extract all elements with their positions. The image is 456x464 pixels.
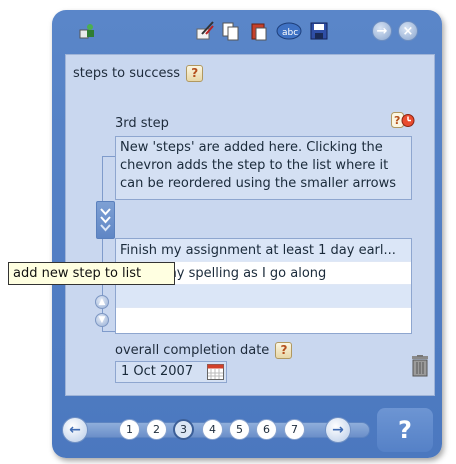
- step-label: 3rd step: [115, 116, 169, 131]
- panel-title-row: steps to success ?: [73, 65, 204, 82]
- steps-list: Finish my assignment at least 1 day earl…: [115, 238, 412, 334]
- calendar-icon[interactable]: [207, 364, 224, 380]
- page-button-2[interactable]: 2: [146, 419, 167, 440]
- help-icon[interactable]: ?: [186, 65, 204, 82]
- help-button[interactable]: ?: [377, 408, 433, 452]
- svg-text:abc: abc: [282, 28, 298, 38]
- save-icon[interactable]: [308, 20, 330, 42]
- close-icon[interactable]: ×: [398, 21, 418, 41]
- list-item[interactable]: Finish my assignment at least 1 day earl…: [116, 239, 411, 262]
- pager: ← 1 2 3 4 5 6 7 → ?: [52, 402, 442, 458]
- clock-help-icon[interactable]: ?: [391, 112, 415, 129]
- steps-panel: steps to success ? 3rd step ? New 'steps…: [65, 54, 435, 396]
- trash-icon[interactable]: [411, 355, 429, 377]
- page-button-1[interactable]: 1: [119, 419, 140, 440]
- completion-label: overall completion date: [115, 343, 270, 358]
- arrow-up-icon[interactable]: ▲: [95, 295, 109, 309]
- add-step-button[interactable]: [96, 201, 115, 239]
- copy-icon[interactable]: [220, 20, 242, 42]
- next-icon[interactable]: →: [325, 417, 351, 443]
- spellcheck-icon[interactable]: abc: [276, 20, 302, 42]
- people-icon[interactable]: [76, 20, 98, 42]
- page-button-7[interactable]: 7: [284, 419, 305, 440]
- paste-icon[interactable]: [248, 20, 270, 42]
- page-button-4[interactable]: 4: [202, 419, 223, 440]
- panel-title: steps to success: [73, 66, 181, 81]
- steps-widget: abc → × steps to success ? 3rd step ? Ne…: [52, 10, 442, 458]
- svg-text:?: ?: [394, 114, 400, 127]
- arrow-down-icon[interactable]: ▼: [95, 313, 109, 327]
- step-description[interactable]: New 'steps' are added here. Clicking the…: [115, 136, 412, 200]
- page-button-6[interactable]: 6: [256, 419, 277, 440]
- cut-icon[interactable]: [194, 20, 216, 42]
- list-item[interactable]: [116, 308, 411, 331]
- connector-line: [102, 156, 115, 157]
- forward-icon[interactable]: →: [372, 21, 392, 41]
- page-button-3-current[interactable]: 3: [173, 419, 194, 440]
- tooltip: add new step to list: [8, 262, 175, 285]
- page-button-5[interactable]: 5: [229, 419, 250, 440]
- help-icon[interactable]: ?: [275, 342, 293, 359]
- toolbar: abc → ×: [52, 10, 442, 52]
- connector-line: [102, 331, 115, 332]
- chevron-down-icon: [100, 208, 111, 232]
- completion-row: overall completion date ?: [115, 342, 293, 359]
- list-item[interactable]: [116, 285, 411, 308]
- connector-line: [102, 156, 103, 202]
- previous-icon[interactable]: ←: [62, 417, 88, 443]
